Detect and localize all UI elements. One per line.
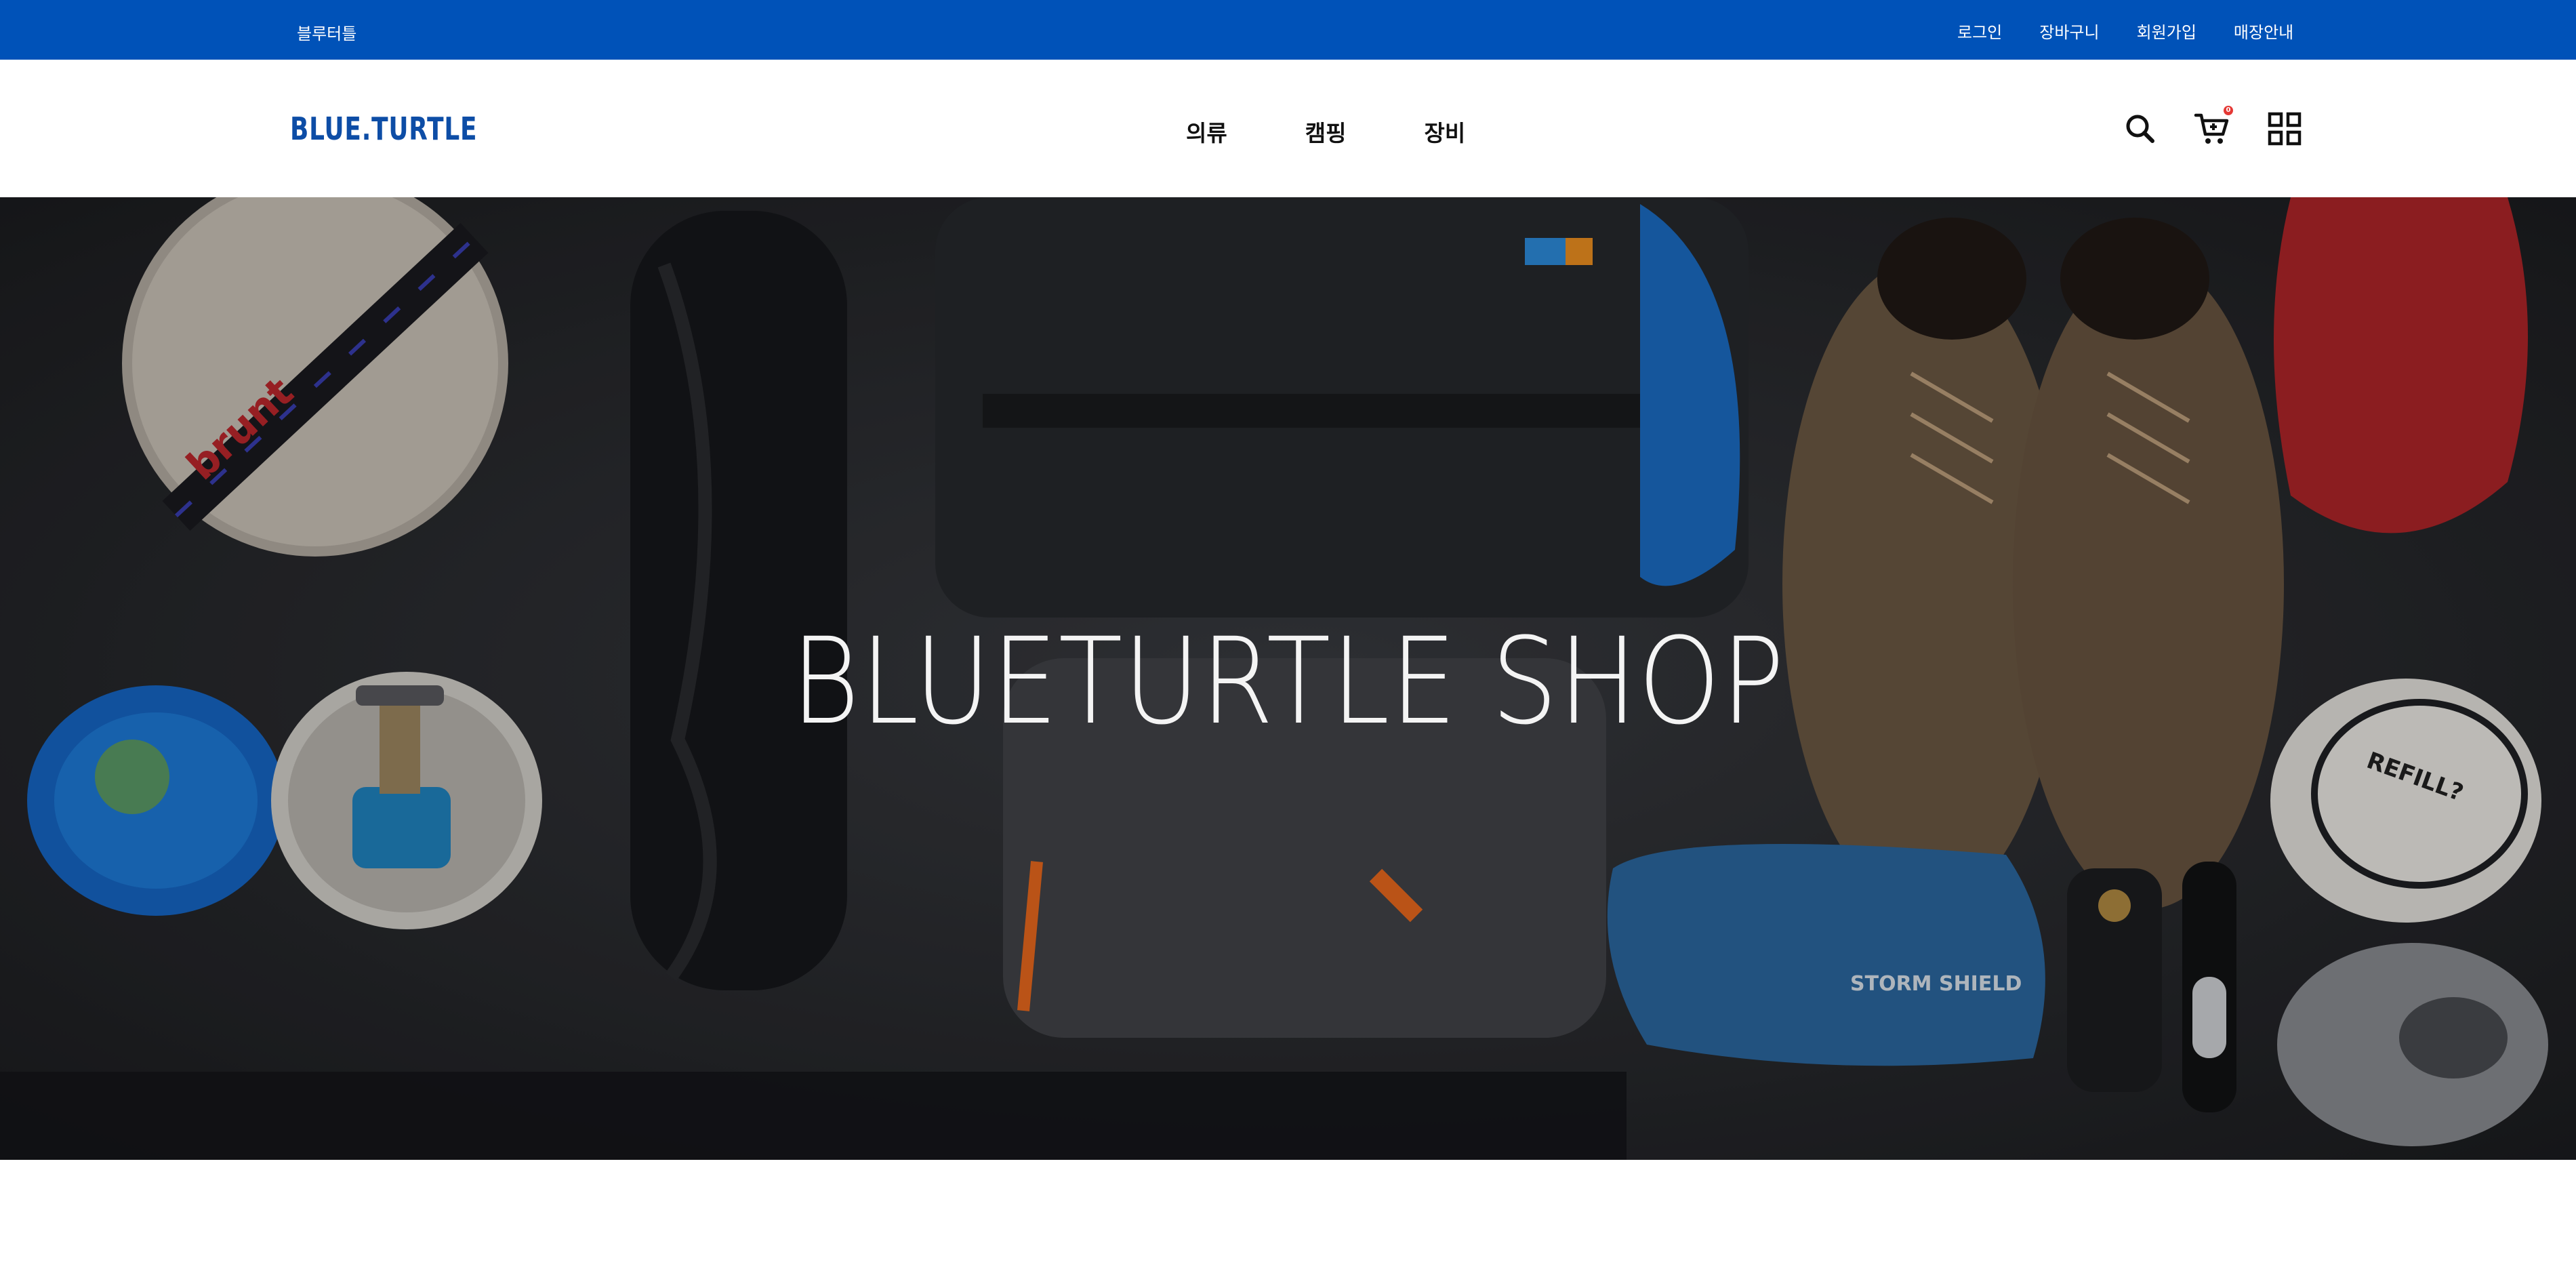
logo-wordmark: BLUE.TURTLE	[290, 110, 478, 147]
nav-item-clothing[interactable]: 의류	[1186, 115, 1227, 148]
grid-menu-icon[interactable]	[2266, 110, 2304, 148]
search-icon[interactable]	[2121, 110, 2159, 148]
nav-item-camping[interactable]: 캠핑	[1305, 115, 1347, 148]
cart-icon[interactable]	[2193, 110, 2231, 148]
cart-count-badge: 0	[2224, 106, 2233, 115]
login-link[interactable]: 로그인	[1957, 19, 2002, 43]
hero-title: BLUETURTLE SHOP	[791, 612, 1785, 751]
main-nav: 의류 캠핑 장비	[1186, 115, 1465, 148]
cart-link[interactable]: 장바구니	[2039, 19, 2099, 43]
main-header: BLUE.TURTLE 의류 캠핑 장비 0	[0, 60, 2576, 197]
topbar-links: 로그인 장바구니 회원가입 매장안내	[1957, 19, 2293, 43]
topbar-brand[interactable]: 블루터틀	[297, 20, 356, 44]
store-info-link[interactable]: 매장안내	[2234, 19, 2293, 43]
site-logo[interactable]: BLUE.TURTLE	[285, 92, 522, 166]
top-utility-bar: 블루터틀 로그인 장바구니 회원가입 매장안내	[0, 0, 2576, 60]
nav-item-equipment[interactable]: 장비	[1424, 115, 1465, 148]
signup-link[interactable]: 회원가입	[2137, 19, 2196, 43]
hero-banner: brunt REFILL? STORM SHIELD BLUETURTLE SH…	[0, 197, 2576, 1160]
